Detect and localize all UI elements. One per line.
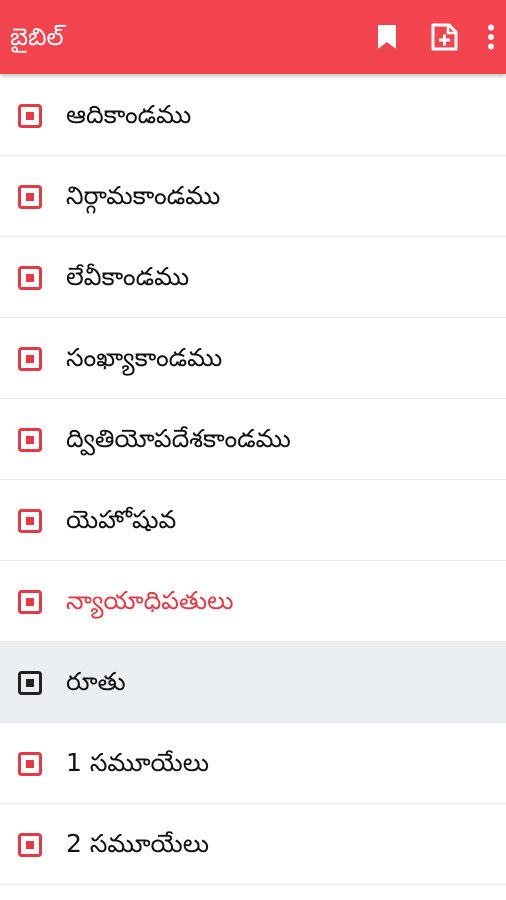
book-list-item[interactable]: ఆదికాండము	[0, 75, 506, 156]
book-list-item[interactable]: ద్వితియోపదేశకాండము	[0, 399, 506, 480]
bookmark-button[interactable]	[370, 20, 404, 54]
app-bar: బైబిల్	[0, 0, 506, 74]
book-icon	[18, 185, 42, 209]
add-note-button[interactable]	[427, 20, 461, 54]
book-title: నిర్గామకాండము	[66, 181, 221, 210]
book-icon	[18, 590, 42, 614]
book-icon	[18, 428, 42, 452]
book-title: 1 సమూయేలు	[66, 748, 210, 777]
book-list-item[interactable]: 1 సమూయేలు	[0, 723, 506, 804]
book-title: న్యాయాధిపతులు	[66, 586, 234, 615]
more-vert-icon	[488, 24, 494, 50]
book-list-item[interactable]: న్యాయాధిపతులు	[0, 561, 506, 642]
book-title: 2 సమూయేలు	[66, 829, 210, 858]
app-title: బైబిల్	[10, 23, 64, 51]
book-title: యెహోషువ	[66, 505, 177, 534]
book-icon	[18, 347, 42, 371]
book-list-item[interactable]: యెహోషువ	[0, 480, 506, 561]
overflow-menu-button[interactable]	[476, 20, 506, 54]
add-note-icon	[431, 23, 458, 51]
book-icon	[18, 104, 42, 128]
bookmark-icon	[378, 25, 396, 49]
book-icon	[18, 671, 42, 695]
book-icon	[18, 509, 42, 533]
book-list-item[interactable]: సంఖ్యాకాండము	[0, 318, 506, 399]
book-title: ద్వితియోపదేశకాండము	[66, 424, 291, 453]
book-list-item[interactable]: లేవీకాండము	[0, 237, 506, 318]
book-list-item[interactable]: రూతు	[0, 642, 506, 723]
book-icon	[18, 752, 42, 776]
book-title: ఆదికాండము	[66, 100, 192, 129]
book-title: రూతు	[66, 667, 126, 696]
book-list-item[interactable]: 2 సమూయేలు	[0, 804, 506, 885]
book-list: ఆదికాండము నిర్గామకాండము లేవీకాండము సంఖ్యాకా…	[0, 75, 506, 885]
book-list-item[interactable]: నిర్గామకాండము	[0, 156, 506, 237]
book-icon	[18, 266, 42, 290]
book-icon	[18, 833, 42, 857]
book-title: లేవీకాండము	[66, 262, 190, 291]
book-title: సంఖ్యాకాండము	[66, 343, 223, 372]
